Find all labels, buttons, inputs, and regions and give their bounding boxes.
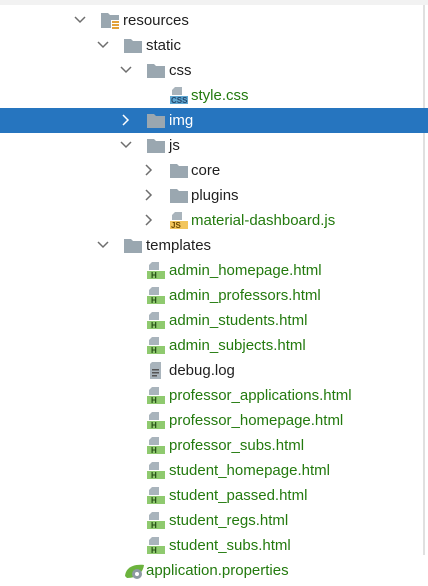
chevron-down-icon[interactable]	[73, 13, 87, 27]
chevron-right-icon[interactable]	[119, 113, 133, 127]
html-file-icon: H	[147, 487, 165, 505]
html-file-icon: H	[147, 462, 165, 480]
tree-item-template-file[interactable]: Hstudent_regs.html	[0, 508, 428, 533]
html-file-icon: H	[147, 512, 165, 530]
spring-properties-icon	[124, 562, 144, 579]
html-file-icon: H	[147, 337, 165, 355]
folder-icon	[170, 162, 188, 179]
tree-item-template-file[interactable]: debug.log	[0, 358, 428, 383]
html-file-icon: H	[147, 437, 165, 455]
tree-item-label: plugins	[191, 187, 239, 204]
tree-item-label: student_passed.html	[169, 487, 308, 504]
css-file-icon: CSS	[170, 87, 188, 105]
tree-item-resources[interactable]: resources	[0, 8, 428, 33]
tree-item-label: student_regs.html	[169, 512, 289, 529]
html-file-icon: H	[147, 412, 165, 430]
tree-item-label: student_subs.html	[169, 537, 291, 554]
svg-text:H: H	[151, 521, 157, 529]
log-file-icon	[147, 362, 165, 379]
svg-text:H: H	[151, 271, 157, 279]
chevron-down-icon[interactable]	[119, 63, 133, 77]
svg-text:H: H	[151, 496, 157, 504]
js-file-icon: JS	[170, 212, 188, 230]
tree-item-label: student_homepage.html	[169, 462, 330, 479]
tree-item-label: style.css	[191, 87, 249, 104]
tree-item-template-file[interactable]: Hstudent_subs.html	[0, 533, 428, 558]
tree-item-img[interactable]: img	[0, 108, 428, 133]
tree-item-label: professor_subs.html	[169, 437, 305, 454]
tree-item-plugins[interactable]: plugins	[0, 183, 428, 208]
tree-item-template-file[interactable]: Hstudent_passed.html	[0, 483, 428, 508]
svg-text:H: H	[151, 346, 157, 354]
tree-item-js[interactable]: js	[0, 133, 428, 158]
folder-icon	[147, 137, 165, 154]
tree-item-style-css[interactable]: CSS style.css	[0, 83, 428, 108]
tree-item-label: resources	[123, 12, 189, 29]
tree-item-label: img	[169, 112, 194, 129]
tree-item-template-file[interactable]: Hadmin_homepage.html	[0, 258, 428, 283]
svg-text:H: H	[151, 471, 157, 479]
html-file-icon: H	[147, 312, 165, 330]
svg-text:H: H	[151, 421, 157, 429]
folder-icon	[124, 37, 142, 54]
svg-text:H: H	[151, 446, 157, 454]
tree-item-core[interactable]: core	[0, 158, 428, 183]
tree-item-template-file[interactable]: Hstudent_homepage.html	[0, 458, 428, 483]
svg-text:H: H	[151, 546, 157, 554]
tree-item-template-file[interactable]: Hprofessor_applications.html	[0, 383, 428, 408]
tree-item-label: css	[169, 62, 192, 79]
tree-item-template-file[interactable]: Hadmin_subjects.html	[0, 333, 428, 358]
folder-icon	[147, 112, 165, 129]
html-file-icon: H	[147, 287, 165, 305]
tree-item-application-properties[interactable]: application.properties	[0, 558, 428, 583]
html-file-icon: H	[147, 262, 165, 280]
tree-item-label: admin_students.html	[169, 312, 308, 329]
svg-text:H: H	[151, 296, 157, 304]
tree-item-templates[interactable]: templates	[0, 233, 428, 258]
tree-item-template-file[interactable]: Hprofessor_subs.html	[0, 433, 428, 458]
chevron-down-icon[interactable]	[96, 238, 110, 252]
tree-item-label: admin_professors.html	[169, 287, 321, 304]
resources-folder-icon	[101, 12, 119, 29]
top-band	[0, 0, 428, 5]
folder-icon	[147, 62, 165, 79]
tree-item-template-file[interactable]: Hprofessor_homepage.html	[0, 408, 428, 433]
tree-item-material-dashboard-js[interactable]: JS material-dashboard.js	[0, 208, 428, 233]
tree-item-label: admin_homepage.html	[169, 262, 322, 279]
tree-item-label: material-dashboard.js	[191, 212, 336, 229]
tree-item-label: professor_homepage.html	[169, 412, 344, 429]
chevron-down-icon[interactable]	[119, 138, 133, 152]
tree-item-label: application.properties	[146, 562, 289, 579]
chevron-right-icon[interactable]	[142, 163, 156, 177]
chevron-right-icon[interactable]	[142, 213, 156, 227]
tree-item-label: static	[146, 37, 182, 54]
folder-icon	[124, 237, 142, 254]
tree-item-template-file[interactable]: Hadmin_professors.html	[0, 283, 428, 308]
svg-text:H: H	[151, 396, 157, 404]
chevron-down-icon[interactable]	[96, 38, 110, 52]
tree-item-label: professor_applications.html	[169, 387, 352, 404]
tree-item-label: admin_subjects.html	[169, 337, 306, 354]
chevron-right-icon[interactable]	[142, 188, 156, 202]
tree-item-label: core	[191, 162, 221, 179]
html-file-icon: H	[147, 387, 165, 405]
tree-item-css[interactable]: css	[0, 58, 428, 83]
tree-item-template-file[interactable]: Hadmin_students.html	[0, 308, 428, 333]
tree-item-static[interactable]: static	[0, 33, 428, 58]
svg-text:H: H	[151, 321, 157, 329]
svg-text:CSS: CSS	[171, 96, 188, 104]
tree-item-label: templates	[146, 237, 212, 254]
svg-text:JS: JS	[171, 221, 181, 229]
folder-icon	[170, 187, 188, 204]
tree-item-label: js	[169, 137, 180, 154]
html-file-icon: H	[147, 537, 165, 555]
tree-item-label: debug.log	[169, 362, 235, 379]
